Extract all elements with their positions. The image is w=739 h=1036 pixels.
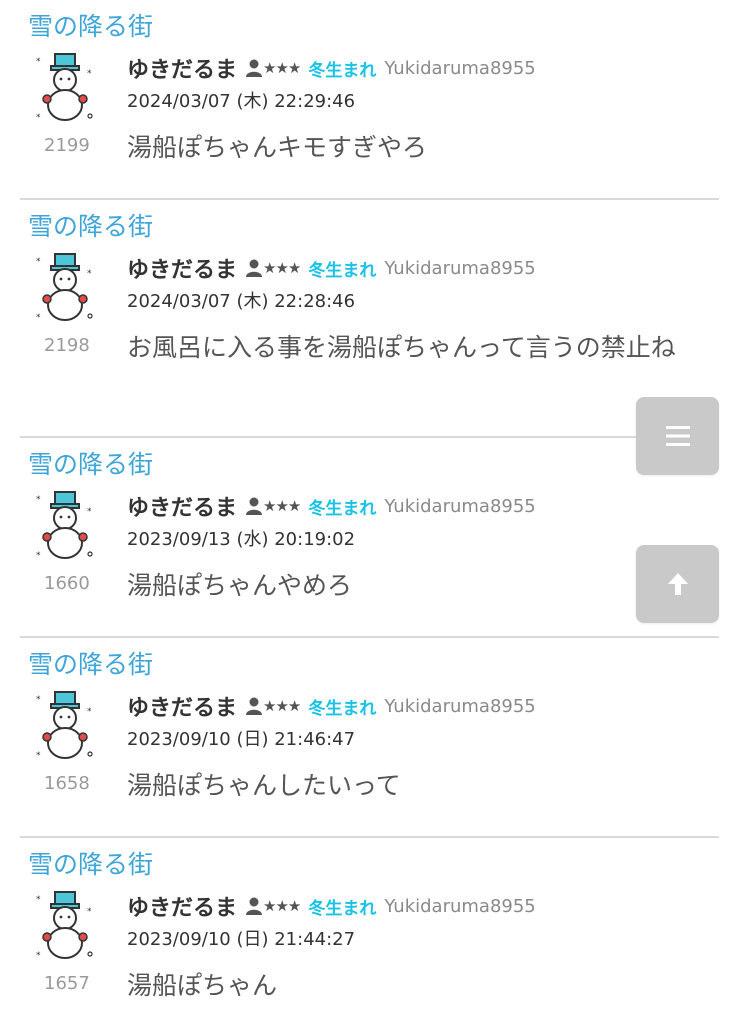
svg-text:*: *: [36, 951, 41, 961]
post-message: 湯船ぽちゃんやめろ: [127, 571, 353, 600]
user-id: Yukidaruma8955: [384, 695, 536, 717]
person-icon: [246, 697, 263, 715]
person-icon: [246, 259, 263, 277]
username[interactable]: ゆきだるま: [127, 690, 237, 722]
username[interactable]: ゆきだるま: [127, 252, 237, 284]
post-item: 雪の降る街 * * * ゆきだるま ★★★ 冬生まれ Yukidaruma895…: [20, 0, 719, 200]
snowman-icon[interactable]: * * *: [34, 690, 96, 762]
rank-badge: ★★★: [245, 258, 301, 278]
scroll-to-top-button[interactable]: [636, 545, 719, 623]
post-item: 雪の降る街 * * * ゆきだるま ★★★ 冬生まれ Yukidaruma895…: [20, 638, 719, 838]
rank-stars: ★★★: [263, 59, 301, 77]
rank-stars: ★★★: [263, 497, 301, 515]
post-feed: 雪の降る街 * * * ゆきだるま ★★★ 冬生まれ Yukidaruma895…: [0, 0, 739, 1036]
person-icon: [246, 897, 263, 915]
birth-badge: 冬生まれ: [308, 698, 377, 719]
snowman-icon[interactable]: * * *: [34, 890, 96, 962]
post-number: 1657: [44, 973, 90, 994]
post-item: 雪の降る街 * * * ゆきだるま ★★★ 冬生まれ Yukidaruma895…: [20, 438, 719, 638]
post-date: 2023/09/13 (水) 20:19:02: [127, 529, 356, 550]
snowman-icon[interactable]: * * *: [34, 52, 96, 124]
post-number: 1658: [44, 773, 90, 794]
svg-text:*: *: [36, 113, 41, 123]
post-date: 2024/03/07 (木) 22:29:46: [127, 91, 356, 112]
rank-stars: ★★★: [263, 259, 301, 277]
post-message: 湯船ぽちゃんキモすぎやろ: [127, 133, 428, 162]
svg-text:*: *: [87, 507, 92, 517]
svg-text:*: *: [36, 895, 41, 905]
username[interactable]: ゆきだるま: [127, 52, 237, 84]
post-date: 2023/09/10 (日) 21:46:47: [127, 729, 356, 750]
snowman-icon[interactable]: * * *: [34, 490, 96, 562]
author-row: ゆきだるま ★★★ 冬生まれ Yukidaruma8955: [127, 490, 536, 522]
username[interactable]: ゆきだるま: [127, 490, 237, 522]
svg-text:*: *: [36, 57, 41, 67]
rank-stars: ★★★: [263, 897, 301, 915]
rank-badge: ★★★: [245, 696, 301, 716]
rank-stars: ★★★: [263, 697, 301, 715]
rank-badge: ★★★: [245, 896, 301, 916]
post-date: 2023/09/10 (日) 21:44:27: [127, 929, 356, 950]
thread-title-link[interactable]: 雪の降る街: [28, 210, 153, 244]
thread-title-link[interactable]: 雪の降る街: [28, 648, 153, 682]
user-id: Yukidaruma8955: [384, 257, 536, 279]
post-message: 湯船ぽちゃんしたいって: [127, 771, 401, 800]
svg-text:*: *: [87, 269, 92, 279]
birth-badge: 冬生まれ: [308, 260, 377, 281]
person-icon: [246, 497, 263, 515]
svg-text:*: *: [87, 707, 92, 717]
svg-text:*: *: [36, 495, 41, 505]
post-item: 雪の降る街 * * * ゆきだるま ★★★ 冬生まれ Yukidaruma895…: [20, 200, 719, 438]
svg-text:*: *: [36, 751, 41, 761]
arrow-up-icon: [667, 573, 688, 595]
rank-badge: ★★★: [245, 496, 301, 516]
author-row: ゆきだるま ★★★ 冬生まれ Yukidaruma8955: [127, 252, 536, 284]
author-row: ゆきだるま ★★★ 冬生まれ Yukidaruma8955: [127, 52, 536, 84]
thread-title-link[interactable]: 雪の降る街: [28, 848, 153, 882]
svg-text:*: *: [87, 69, 92, 79]
author-row: ゆきだるま ★★★ 冬生まれ Yukidaruma8955: [127, 690, 536, 722]
post-number: 2198: [44, 335, 90, 356]
menu-button[interactable]: [636, 397, 719, 475]
thread-title-link[interactable]: 雪の降る街: [28, 448, 153, 482]
birth-badge: 冬生まれ: [308, 898, 377, 919]
menu-icon: [665, 426, 690, 446]
svg-text:*: *: [36, 313, 41, 323]
user-id: Yukidaruma8955: [384, 57, 536, 79]
post-number: 1660: [44, 573, 90, 594]
post-number: 2199: [44, 135, 90, 156]
post-date: 2024/03/07 (木) 22:28:46: [127, 291, 356, 312]
post-message: 湯船ぽちゃん: [127, 971, 278, 1000]
post-item: 雪の降る街 * * * ゆきだるま ★★★ 冬生まれ Yukidaruma895…: [20, 838, 719, 1036]
birth-badge: 冬生まれ: [308, 498, 377, 519]
person-icon: [246, 59, 263, 77]
thread-title-link[interactable]: 雪の降る街: [28, 10, 153, 44]
post-message: お風呂に入る事を湯船ぽちゃんって言うの禁止ね: [127, 333, 676, 362]
svg-text:*: *: [36, 695, 41, 705]
user-id: Yukidaruma8955: [384, 495, 536, 517]
rank-badge: ★★★: [245, 58, 301, 78]
author-row: ゆきだるま ★★★ 冬生まれ Yukidaruma8955: [127, 890, 536, 922]
svg-text:*: *: [36, 551, 41, 561]
svg-text:*: *: [87, 907, 92, 917]
user-id: Yukidaruma8955: [384, 895, 536, 917]
snowman-icon[interactable]: * * *: [34, 252, 96, 324]
username[interactable]: ゆきだるま: [127, 890, 237, 922]
svg-text:*: *: [36, 257, 41, 267]
birth-badge: 冬生まれ: [308, 60, 377, 81]
